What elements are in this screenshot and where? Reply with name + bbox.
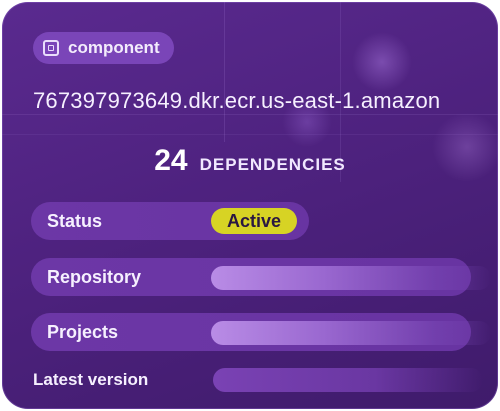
grid-line (2, 114, 498, 115)
component-type-badge: component (33, 32, 174, 64)
latest-version-label: Latest version (33, 370, 149, 389)
component-card: component 767397973649.dkr.ecr.us-east-1… (2, 2, 498, 409)
repository-label: Repository (47, 266, 142, 287)
glow-decoration (352, 32, 412, 92)
component-icon (43, 40, 59, 56)
repository-row: Repository (31, 258, 491, 296)
dependencies-label: DEPENDENCIES (199, 155, 346, 174)
latest-version-value-placeholder (213, 368, 483, 392)
repository-value-placeholder (211, 266, 491, 290)
status-label: Status (47, 210, 103, 231)
projects-value-placeholder (211, 321, 491, 345)
status-badge: Active (211, 208, 298, 234)
projects-label: Projects (47, 321, 119, 342)
dependencies-summary: 24 DEPENDENCIES (2, 144, 498, 178)
grid-line (224, 2, 225, 142)
dependencies-count: 24 (154, 144, 188, 177)
projects-row: Projects (31, 313, 491, 351)
image-uri: 767397973649.dkr.ecr.us-east-1.amazon (33, 88, 441, 113)
grid-line (2, 134, 498, 135)
status-row: Status Active (31, 202, 309, 240)
component-type-label: component (68, 38, 160, 57)
